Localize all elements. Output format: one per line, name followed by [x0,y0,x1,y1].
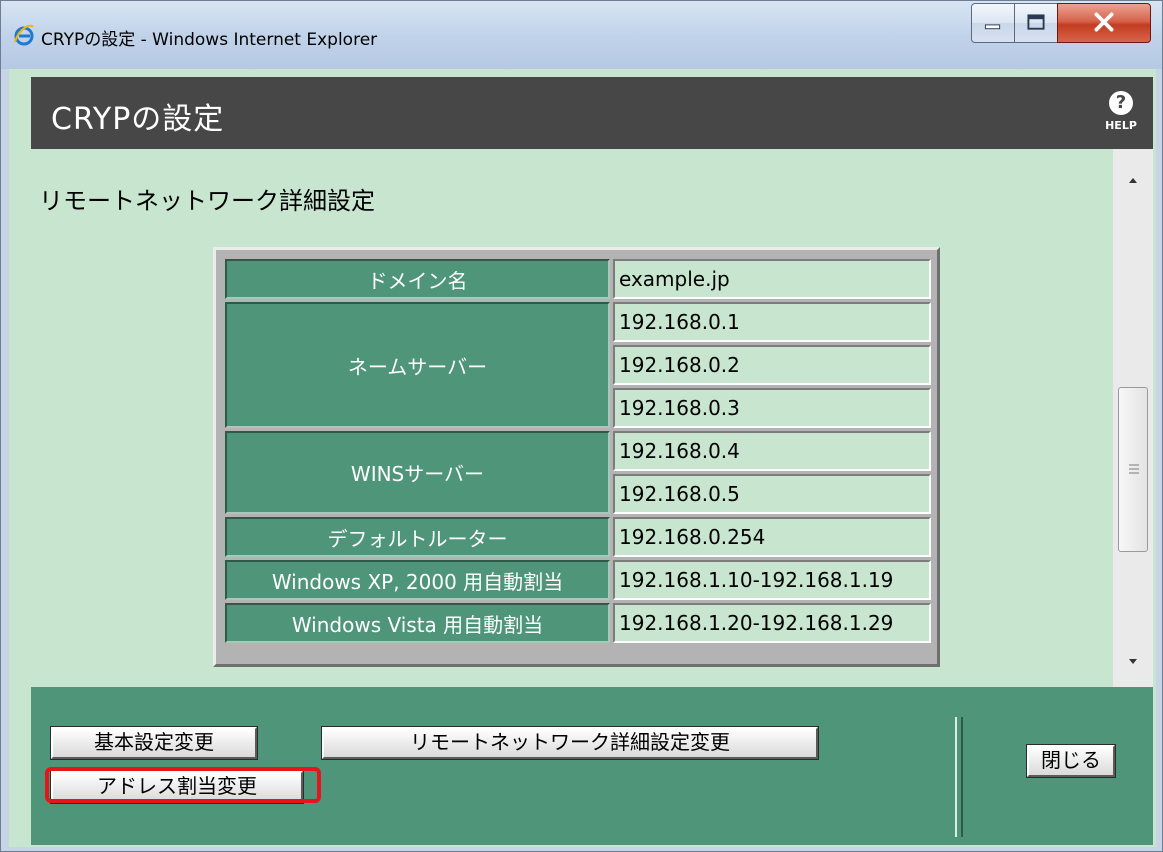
table-row: ネームサーバー 192.168.0.1 [225,302,931,428]
settings-table-frame: ドメイン名 example.jp ネームサーバー 192.168.0.1 192… [213,247,940,667]
xp2000-auto-value: 192.168.1.10-192.168.1.19 [613,560,931,600]
name-server-label: ネームサーバー [225,302,610,428]
help-label: HELP [1105,119,1137,132]
window-title: CRYPの設定 - Windows Internet Explorer [41,30,378,50]
domain-label: ドメイン名 [225,259,610,299]
minimize-button[interactable] [971,3,1015,43]
wins-server-value-1: 192.168.0.4 [613,431,931,471]
divider [955,717,963,837]
content-area: リモートネットワーク詳細設定 ドメイン名 example.jp ネームサーバー … [31,149,1113,687]
maximize-button[interactable] [1014,3,1058,43]
wins-server-value-2: 192.168.0.5 [613,474,931,514]
basic-settings-button[interactable]: 基本設定変更 [50,726,258,760]
close-button[interactable]: 閉じる [1026,744,1116,778]
name-server-value-1: 192.168.0.1 [613,302,931,342]
browser-window: CRYPの設定 - Windows Internet Explorer CRYP… [0,0,1163,852]
settings-table: ドメイン名 example.jp ネームサーバー 192.168.0.1 192… [222,256,934,646]
name-server-value-2: 192.168.0.2 [613,345,931,385]
button-footer: 基本設定変更 リモートネットワーク詳細設定変更 アドレス割当変更 閉じる [31,687,1153,845]
help-icon: ? [1109,91,1133,115]
default-router-value: 192.168.0.254 [613,517,931,557]
scroll-down-arrow-icon[interactable] [1113,643,1153,683]
table-row: Windows Vista 用自動割当 192.168.1.20-192.168… [225,603,931,643]
table-row: WINSサーバー 192.168.0.4 [225,431,931,514]
close-window-button[interactable] [1057,3,1151,43]
table-row: デフォルトルーター 192.168.0.254 [225,517,931,557]
xp2000-auto-label: Windows XP, 2000 用自動割当 [225,560,610,600]
vertical-scrollbar[interactable] [1113,149,1153,687]
minimize-icon [984,24,1001,30]
page-title: CRYPの設定 [51,102,225,137]
table-row: Windows XP, 2000 用自動割当 192.168.1.10-192.… [225,560,931,600]
scrollbar-thumb[interactable] [1118,387,1148,552]
default-router-label: デフォルトルーター [225,517,610,557]
title-bar[interactable]: CRYPの設定 - Windows Internet Explorer [1,1,1162,69]
table-row: ドメイン名 example.jp [225,259,931,299]
wins-server-label: WINSサーバー [225,431,610,514]
domain-value: example.jp [613,259,931,299]
remote-network-detail-button[interactable]: リモートネットワーク詳細設定変更 [321,726,819,760]
vista-auto-label: Windows Vista 用自動割当 [225,603,610,643]
vista-auto-value: 192.168.1.20-192.168.1.29 [613,603,931,643]
name-server-value-3: 192.168.0.3 [613,388,931,428]
page-header: CRYPの設定 ? HELP [31,77,1153,149]
close-icon [1094,12,1114,32]
maximize-icon [1027,14,1045,30]
section-title: リモートネットワーク詳細設定 [39,187,375,215]
internet-explorer-icon [14,24,34,46]
grip-icon [1129,464,1139,474]
help-button[interactable]: ? HELP [1099,89,1143,139]
scroll-up-arrow-icon[interactable] [1113,159,1153,199]
highlight-outline [45,767,321,803]
